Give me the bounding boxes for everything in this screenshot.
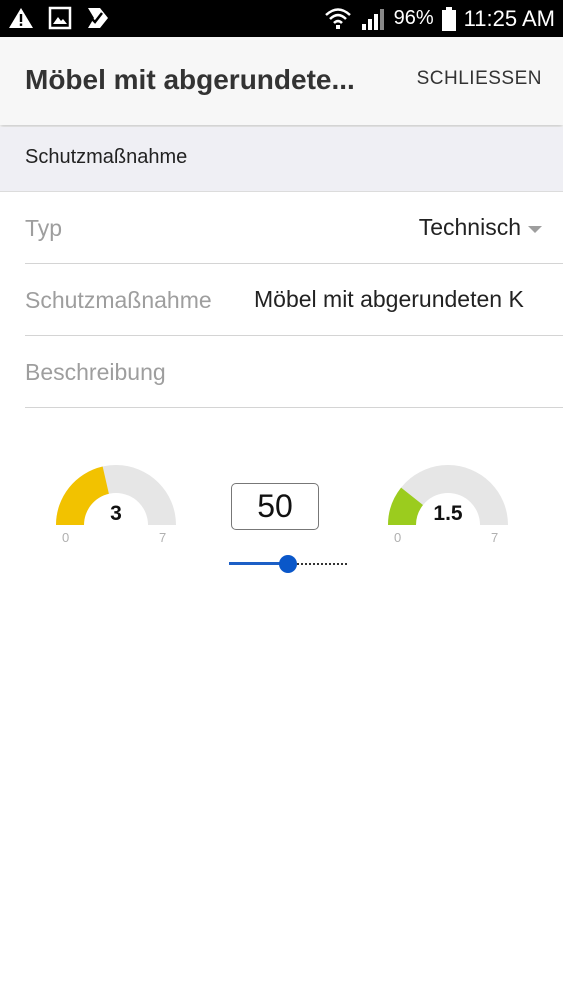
section-title: Schutzmaßnahme bbox=[25, 146, 188, 168]
gauge-max-label: 7 bbox=[491, 530, 499, 545]
battery-percent: 96% bbox=[393, 7, 434, 29]
notification-icons bbox=[8, 6, 110, 30]
gauge-value: 1.5 bbox=[433, 502, 463, 525]
beschreibung-field[interactable]: Beschreibung bbox=[25, 359, 166, 386]
gauge-min-label: 0 bbox=[62, 530, 70, 545]
page-title: Möbel mit abgerundete... bbox=[25, 64, 355, 95]
typ-label: Typ bbox=[25, 215, 63, 241]
section-header: Schutzmaßnahme bbox=[0, 127, 563, 192]
clock: 11:25 AM bbox=[463, 5, 555, 31]
slider-thumb[interactable] bbox=[279, 555, 297, 573]
typ-row[interactable]: Typ Technisch bbox=[25, 192, 563, 264]
app-bar: Möbel mit abgerundete... SCHLIESSEN bbox=[0, 37, 563, 125]
signal-icon bbox=[361, 8, 384, 30]
check-badge-icon bbox=[88, 8, 108, 28]
schutzmassnahme-row: Schutzmaßnahme Möbel mit abgerundeten K bbox=[25, 264, 563, 336]
image-icon bbox=[48, 6, 72, 30]
gauge-value: 3 bbox=[110, 502, 122, 525]
battery-icon bbox=[441, 6, 456, 31]
gauge-max-label: 7 bbox=[159, 530, 167, 545]
number-input[interactable]: 50 bbox=[231, 483, 319, 530]
risk-gauge: 1.5 0 7 bbox=[383, 462, 513, 545]
dropdown-caret-icon[interactable] bbox=[528, 226, 542, 233]
typ-select-value[interactable]: Technisch bbox=[419, 214, 521, 241]
schutzmassnahme-input[interactable]: Möbel mit abgerundeten K bbox=[254, 286, 538, 313]
beschreibung-row[interactable]: Beschreibung bbox=[25, 336, 563, 408]
close-button[interactable]: SCHLIESSEN bbox=[417, 68, 542, 90]
wifi-icon bbox=[324, 7, 351, 29]
probability-gauge: 3 0 7 bbox=[51, 462, 181, 545]
warning-icon bbox=[9, 8, 33, 28]
gauge-min-label: 0 bbox=[394, 530, 402, 545]
schutzmassnahme-label: Schutzmaßnahme bbox=[25, 287, 212, 313]
value-slider[interactable] bbox=[229, 553, 347, 575]
status-bar: 96% 11:25 AM bbox=[0, 0, 563, 37]
